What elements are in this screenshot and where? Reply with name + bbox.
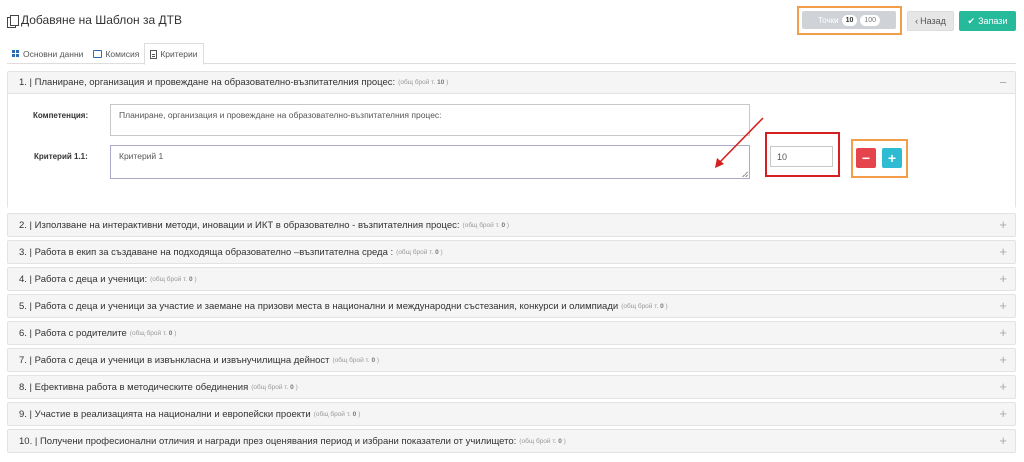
section-header[interactable]: 1. | Планиране, организация и провеждане… [8, 72, 1015, 94]
criteria-section-5[interactable]: 5. | Работа с деца и ученици за участие … [7, 294, 1016, 318]
resize-handle-icon[interactable] [742, 171, 748, 177]
criteria-section-1: 1. | Планиране, организация и провеждане… [7, 71, 1016, 208]
cube-icon [93, 49, 103, 58]
section-title: 7. | Работа с деца и ученици в извънклас… [19, 354, 330, 366]
section-count: (общ брой т. 0 ) [150, 275, 197, 283]
section-header[interactable]: 10. | Получени професионални отличия и н… [8, 430, 1015, 452]
section-count: (общ брой т. 0 ) [462, 221, 510, 229]
criteria-section-6[interactable]: 6. | Работа с родителите (общ брой т. 0 … [7, 321, 1016, 345]
page-title: Добавяне на Шаблон за ДТВ [7, 13, 182, 28]
tab-main-data[interactable]: Основни данни [7, 43, 88, 64]
tab-criteria-label: Критерии [160, 49, 198, 59]
section-header[interactable]: 4. | Работа с деца и ученици: (общ брой … [8, 268, 1015, 290]
competence-label: Компетенция: [33, 111, 89, 120]
criteria-section-9[interactable]: 9. | Участие в реализацията на националн… [7, 402, 1016, 426]
section-count: (общ брой т. 10 ) [398, 79, 449, 86]
criteria-section-7[interactable]: 7. | Работа с деца и ученици в извънклас… [7, 348, 1016, 372]
section-count: (общ брой т. 0 ) [519, 437, 566, 445]
section-title: 2. | Използване на интерактивни методи, … [19, 219, 460, 231]
points-current-badge: 10 [841, 14, 858, 26]
section-title: 8. | Ефективна работа в методическите об… [19, 381, 249, 393]
expand-icon[interactable]: + [999, 299, 1007, 312]
criteria-section-8[interactable]: 8. | Ефективна работа в методическите об… [7, 375, 1016, 399]
grid-icon [12, 49, 20, 58]
add-criterion-button[interactable]: + [882, 148, 902, 168]
section-title: 10. | Получени професионални отличия и н… [19, 435, 517, 447]
section-count: (общ брой т. 0 ) [313, 410, 361, 418]
chevron-left-icon: ‹ [915, 16, 919, 26]
back-button-label: Назад [920, 16, 946, 26]
criteria-section-3[interactable]: 3. | Работа в екип за създаване на подхо… [7, 240, 1016, 264]
page-title-text: Добавяне на Шаблон за ДТВ [21, 13, 182, 27]
remove-criterion-button[interactable]: − [856, 148, 876, 168]
expand-icon[interactable]: + [999, 380, 1007, 393]
criteria-section-2[interactable]: 2. | Използване на интерактивни методи, … [7, 213, 1016, 237]
page-header: Добавяне на Шаблон за ДТВ Точки 10 100 ‹… [0, 0, 1024, 40]
save-button-label: Запази [978, 16, 1008, 26]
criterion-text: Критерий 1 [119, 151, 164, 161]
section-title: 1. | Планиране, организация и провеждане… [19, 77, 396, 88]
section-title: 4. | Работа с деца и ученици: [19, 273, 148, 285]
document-icon [150, 49, 158, 59]
expand-icon[interactable]: + [999, 218, 1007, 231]
expand-icon[interactable]: + [999, 245, 1007, 258]
points-highlight: Точки 10 100 [797, 6, 902, 35]
section-header[interactable]: 3. | Работа в екип за създаване на подхо… [8, 241, 1015, 263]
section-header[interactable]: 2. | Използване на интерактивни методи, … [8, 214, 1015, 236]
check-icon: ✔ [967, 15, 976, 26]
back-button[interactable]: ‹ Назад [907, 11, 954, 31]
section-header[interactable]: 9. | Участие в реализацията на националн… [8, 403, 1015, 425]
expand-icon[interactable]: + [999, 434, 1007, 447]
expand-icon[interactable]: + [999, 407, 1007, 420]
section-count: (общ брой т. 0 ) [129, 329, 177, 337]
section-header[interactable]: 6. | Работа с родителите (общ брой т. 0 … [8, 322, 1015, 344]
criterion-points-input[interactable]: 10 [770, 146, 833, 167]
tab-commission[interactable]: Комисия [88, 43, 144, 64]
copy-icon [7, 14, 19, 28]
criterion-label: Критерий 1.1: [34, 152, 88, 161]
section-count: (общ брой т. 0 ) [332, 356, 380, 364]
tab-commission-label: Комисия [105, 48, 140, 59]
points-button[interactable]: Точки 10 100 [802, 11, 896, 29]
section-count: (общ брой т. 0 ) [251, 383, 298, 391]
tab-bar: Основни данни Комисия Критерии [7, 43, 1016, 65]
section-title: 6. | Работа с родителите [19, 327, 127, 339]
competence-field[interactable]: Планиране, организация и провеждане на о… [110, 104, 750, 136]
tab-criteria[interactable]: Критерии [144, 43, 204, 65]
expand-icon[interactable]: + [999, 326, 1007, 339]
section-header[interactable]: 7. | Работа с деца и ученици в извънклас… [8, 349, 1015, 371]
section-title: 5. | Работа с деца и ученици за участие … [19, 300, 619, 312]
collapse-icon[interactable]: − [999, 76, 1007, 89]
section-title: 9. | Участие в реализацията на националн… [19, 408, 311, 420]
section-header[interactable]: 8. | Ефективна работа в методическите об… [8, 376, 1015, 398]
save-button[interactable]: ✔ Запази [959, 11, 1016, 31]
section-count: (общ брой т. 0 ) [621, 302, 668, 310]
criteria-section-10[interactable]: 10. | Получени професионални отличия и н… [7, 429, 1016, 453]
tab-main-data-label: Основни данни [23, 48, 84, 59]
criteria-section-4[interactable]: 4. | Работа с деца и ученици: (общ брой … [7, 267, 1016, 291]
section-count: (общ брой т. 0 ) [396, 248, 443, 256]
section-title: 3. | Работа в екип за създаване на подхо… [19, 246, 394, 258]
expand-icon[interactable]: + [999, 272, 1007, 285]
points-label: Точки [817, 15, 839, 25]
criterion-textarea[interactable]: Критерий 1 [110, 145, 750, 179]
section-header[interactable]: 5. | Работа с деца и ученици за участие … [8, 295, 1015, 317]
section-body: Компетенция: Планиране, организация и пр… [8, 94, 1015, 208]
expand-icon[interactable]: + [999, 353, 1007, 366]
points-max-badge: 100 [860, 14, 881, 26]
